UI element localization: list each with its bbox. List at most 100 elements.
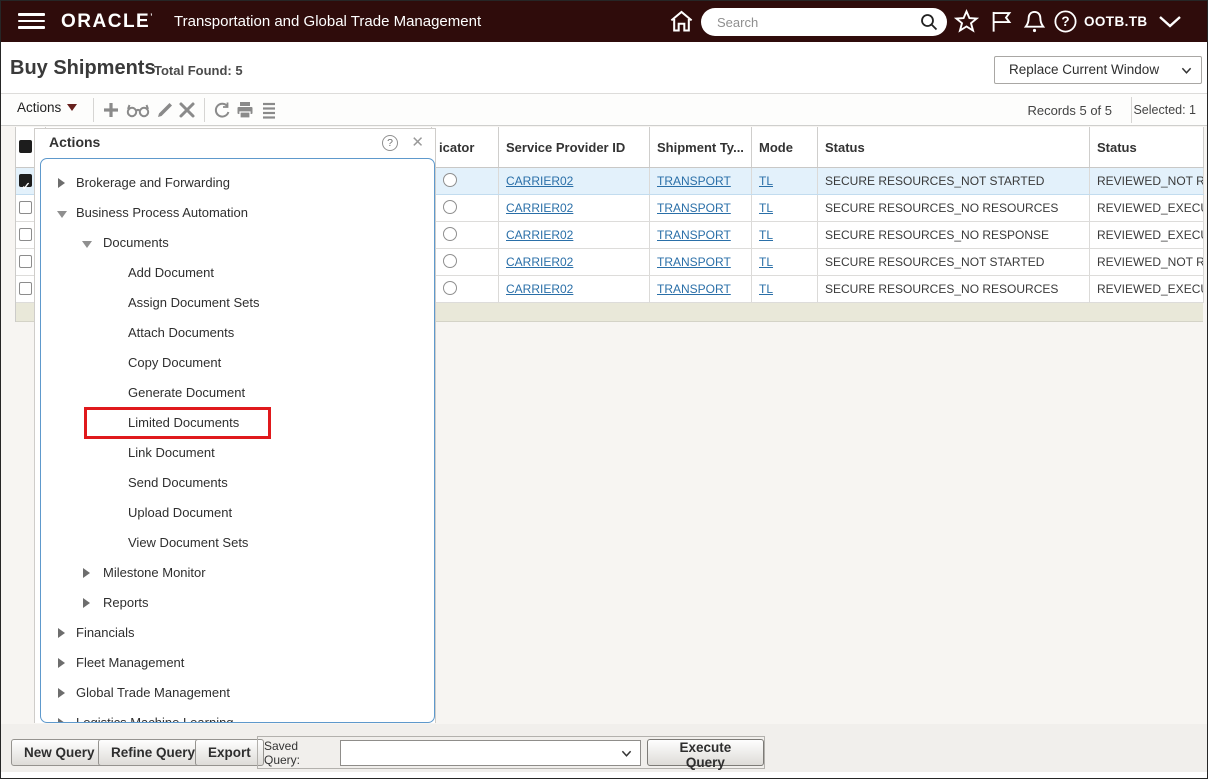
- tree-item-limited-documents[interactable]: Limited Documents: [41, 407, 434, 439]
- tree-item-link-document[interactable]: Link Document: [41, 438, 434, 468]
- service-provider-link[interactable]: CARRIER02: [506, 201, 573, 215]
- mode-link-cell: TL: [752, 249, 818, 275]
- mode-link[interactable]: TL: [759, 201, 773, 215]
- mode-link[interactable]: TL: [759, 174, 773, 188]
- expand-arrow-icon[interactable]: [83, 568, 90, 578]
- tree-item-view-document-sets[interactable]: View Document Sets: [41, 528, 434, 558]
- tree-item-generate-document[interactable]: Generate Document: [41, 378, 434, 408]
- service-provider-link[interactable]: CARRIER02: [506, 255, 573, 269]
- tree-item-reports[interactable]: Reports: [41, 588, 434, 618]
- favorites-star-icon[interactable]: [953, 8, 980, 35]
- expand-arrow-icon[interactable]: [58, 688, 65, 698]
- mode-link[interactable]: TL: [759, 228, 773, 242]
- help-icon[interactable]: ?: [1052, 8, 1079, 35]
- shipment-type-link[interactable]: TRANSPORT: [657, 255, 731, 269]
- indicator-radio[interactable]: [443, 281, 457, 295]
- notifications-bell-icon[interactable]: [1021, 8, 1048, 35]
- list-icon[interactable]: [259, 100, 279, 120]
- export-button[interactable]: Export: [195, 739, 264, 766]
- shipment-type-link[interactable]: TRANSPORT: [657, 174, 731, 188]
- application-window: ORACLE’ Transportation and Global Trade …: [0, 0, 1208, 779]
- tree-item-assign-document-sets[interactable]: Assign Document Sets: [41, 288, 434, 318]
- status-cell: SECURE RESOURCES_NOT STARTED: [818, 168, 1090, 194]
- tree-item-label: Fleet Management: [76, 655, 185, 670]
- execute-query-button[interactable]: Execute Query: [646, 739, 765, 770]
- collapse-arrow-icon[interactable]: [82, 241, 92, 248]
- select-all-checkbox[interactable]: [19, 140, 32, 167]
- tree-item-attach-documents[interactable]: Attach Documents: [41, 318, 434, 348]
- tree-item-brokerage-and-forwarding[interactable]: Brokerage and Forwarding: [41, 168, 434, 198]
- popup-title: Actions: [49, 134, 101, 150]
- popup-close-icon[interactable]: ✕: [411, 133, 424, 151]
- tree-item-documents[interactable]: Documents: [41, 228, 434, 258]
- row-checkbox[interactable]: [19, 201, 32, 214]
- window-mode-select[interactable]: Replace Current Window: [994, 56, 1202, 84]
- tree-item-business-process-automation[interactable]: Business Process Automation: [41, 198, 434, 228]
- shipment-type-link-cell: TRANSPORT: [650, 195, 752, 221]
- indicator-radio[interactable]: [443, 254, 457, 268]
- indicator-radio[interactable]: [443, 227, 457, 241]
- mode-link-cell: TL: [752, 195, 818, 221]
- top-banner: ORACLE’ Transportation and Global Trade …: [1, 1, 1207, 42]
- search-input[interactable]: [717, 9, 907, 35]
- flag-icon[interactable]: [988, 8, 1015, 35]
- expand-arrow-icon[interactable]: [83, 598, 90, 608]
- refresh-icon[interactable]: [212, 100, 232, 120]
- tree-item-milestone-monitor[interactable]: Milestone Monitor: [41, 558, 434, 588]
- row-checkbox[interactable]: [19, 255, 32, 268]
- tree-item-fleet-management[interactable]: Fleet Management: [41, 648, 434, 678]
- saved-query-select[interactable]: [339, 739, 641, 766]
- caret-down-icon: [67, 104, 78, 111]
- expand-arrow-icon[interactable]: [58, 718, 65, 722]
- tree-item-financials[interactable]: Financials: [41, 618, 434, 648]
- search-box: [701, 8, 947, 36]
- add-icon[interactable]: [101, 100, 121, 120]
- tree-item-add-document[interactable]: Add Document: [41, 258, 434, 288]
- tree-item-copy-document[interactable]: Copy Document: [41, 348, 434, 378]
- edit-icon[interactable]: [155, 100, 175, 120]
- status-cell: SECURE RESOURCES_NO RESPONSE: [818, 222, 1090, 248]
- home-icon[interactable]: [668, 8, 695, 35]
- tree-item-send-documents[interactable]: Send Documents: [41, 468, 434, 498]
- mode-link[interactable]: TL: [759, 282, 773, 296]
- indicator-radio[interactable]: [443, 200, 457, 214]
- service-provider-link[interactable]: CARRIER02: [506, 282, 573, 296]
- status-cell: SECURE RESOURCES_NOT STARTED: [818, 249, 1090, 275]
- row-checkbox[interactable]: [19, 282, 32, 295]
- tree-item-label: Business Process Automation: [76, 205, 248, 220]
- service-provider-link[interactable]: CARRIER02: [506, 174, 573, 188]
- service-provider-link[interactable]: CARRIER02: [506, 228, 573, 242]
- shipment-type-link[interactable]: TRANSPORT: [657, 282, 731, 296]
- hamburger-menu-icon[interactable]: [18, 13, 45, 29]
- refine-query-button[interactable]: Refine Query: [98, 739, 209, 766]
- search-icon[interactable]: [920, 13, 938, 31]
- tree-item-logistics-machine-learning[interactable]: Logistics Machine Learning: [41, 708, 434, 722]
- delete-icon[interactable]: [177, 100, 197, 120]
- tree-item-global-trade-management[interactable]: Global Trade Management: [41, 678, 434, 708]
- expand-arrow-icon[interactable]: [58, 628, 65, 638]
- saved-query-group: Saved Query: Execute Query: [257, 736, 765, 770]
- indicator-cell: [432, 195, 499, 221]
- expand-arrow-icon[interactable]: [58, 178, 65, 188]
- indicator-cell: [432, 276, 499, 302]
- tree-item-upload-document[interactable]: Upload Document: [41, 498, 434, 528]
- collapse-arrow-icon[interactable]: [57, 211, 67, 218]
- user-menu[interactable]: OOTB.TB: [1084, 14, 1148, 29]
- indicator-cell: [432, 249, 499, 275]
- expand-arrow-icon[interactable]: [58, 658, 65, 668]
- chevron-down-icon[interactable]: [1155, 12, 1185, 32]
- row-checkbox[interactable]: [19, 174, 32, 194]
- chevron-down-icon: [621, 750, 631, 757]
- view-icon[interactable]: [125, 100, 151, 120]
- service-provider-link-cell: CARRIER02: [499, 276, 650, 302]
- actions-menu-button[interactable]: Actions: [17, 100, 78, 115]
- row-checkbox[interactable]: [19, 228, 32, 241]
- print-icon[interactable]: [235, 100, 255, 120]
- mode-link[interactable]: TL: [759, 255, 773, 269]
- shipment-type-link[interactable]: TRANSPORT: [657, 201, 731, 215]
- popup-help-icon[interactable]: ?: [382, 135, 398, 151]
- indicator-radio[interactable]: [443, 173, 457, 187]
- new-query-button[interactable]: New Query: [11, 739, 108, 766]
- shipment-type-link[interactable]: TRANSPORT: [657, 228, 731, 242]
- tree-item-label: Assign Document Sets: [128, 295, 260, 310]
